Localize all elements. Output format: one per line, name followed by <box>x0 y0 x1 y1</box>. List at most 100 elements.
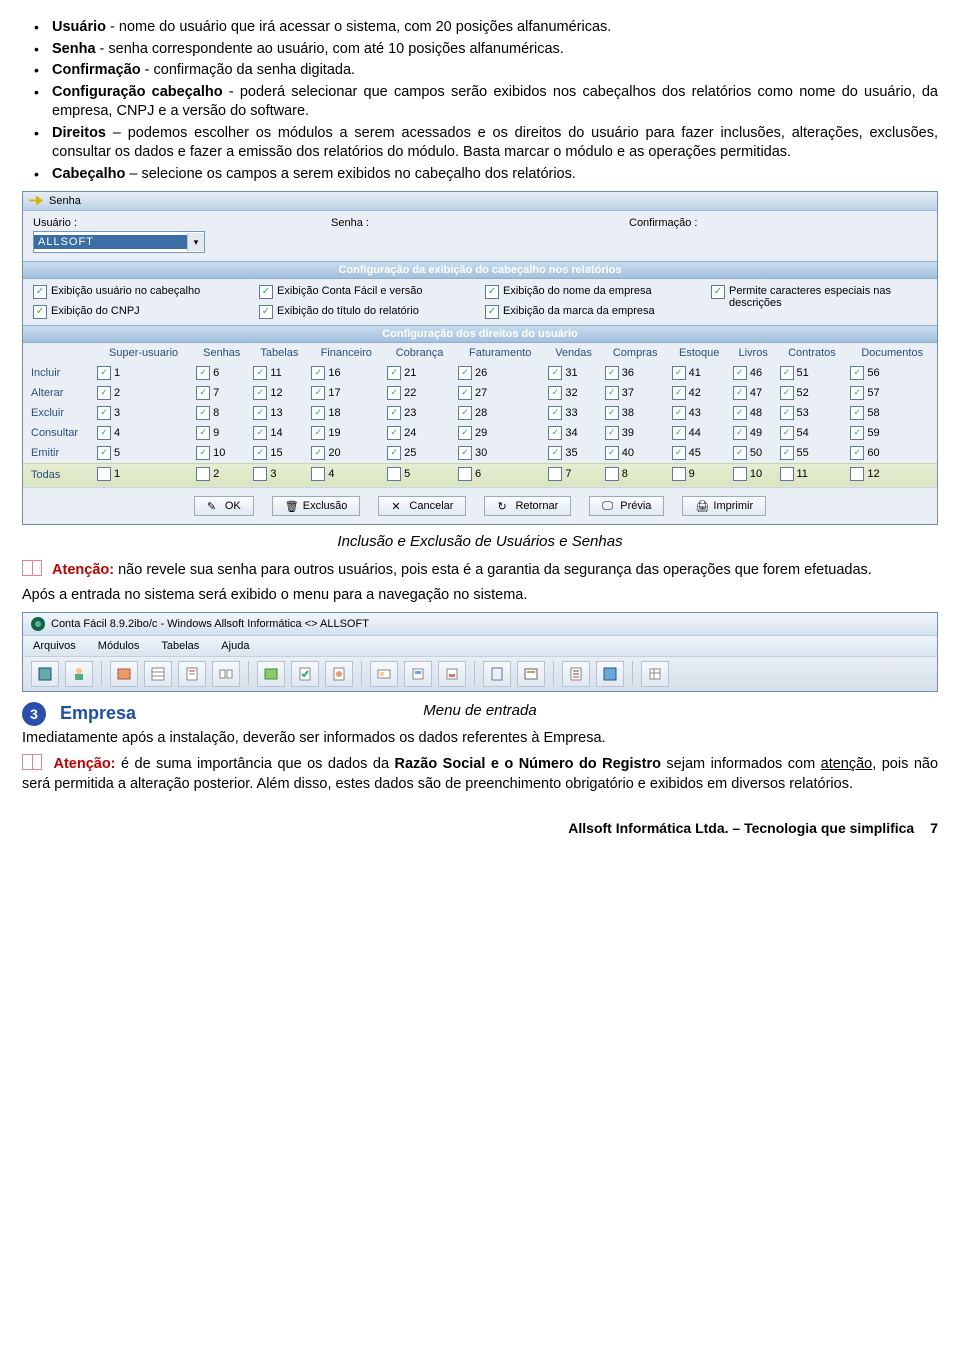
checkbox-icon[interactable] <box>387 467 401 481</box>
toolbar-btn-5[interactable] <box>178 661 206 687</box>
toolbar-btn-14[interactable] <box>517 661 545 687</box>
checkbox-icon[interactable] <box>548 467 562 481</box>
chevron-down-icon[interactable]: ▾ <box>187 233 204 251</box>
checkbox-icon[interactable] <box>780 406 794 420</box>
checkbox-icon[interactable] <box>97 386 111 400</box>
toolbar-btn-10[interactable] <box>370 661 398 687</box>
chk-exib-versao[interactable]: Exibição Conta Fácil e versão <box>259 285 475 299</box>
toolbar-btn-6[interactable] <box>212 661 240 687</box>
checkbox-icon[interactable] <box>97 426 111 440</box>
checkbox-icon[interactable] <box>311 366 325 380</box>
checkbox-icon[interactable] <box>253 446 267 460</box>
checkbox-icon[interactable] <box>253 386 267 400</box>
checkbox-icon[interactable] <box>733 386 747 400</box>
toolbar-btn-1[interactable] <box>31 661 59 687</box>
checkbox-icon[interactable] <box>458 366 472 380</box>
checkbox-icon[interactable] <box>733 366 747 380</box>
checkbox-icon[interactable] <box>196 386 210 400</box>
checkbox-icon[interactable] <box>196 467 210 481</box>
checkbox-icon[interactable] <box>253 467 267 481</box>
toolbar-btn-3[interactable] <box>110 661 138 687</box>
toolbar-btn-11[interactable] <box>404 661 432 687</box>
toolbar-btn-13[interactable] <box>483 661 511 687</box>
imprimir-button[interactable]: 🖨Imprimir <box>682 496 766 516</box>
checkbox-icon[interactable] <box>548 426 562 440</box>
checkbox-icon[interactable] <box>850 467 864 481</box>
checkbox-icon[interactable] <box>311 426 325 440</box>
menu-arquivos[interactable]: Arquivos <box>33 640 76 652</box>
retornar-button[interactable]: ↻Retornar <box>484 496 571 516</box>
checkbox-icon[interactable] <box>387 366 401 380</box>
chk-exib-usuario[interactable]: Exibição usuário no cabeçalho <box>33 285 249 299</box>
checkbox-icon[interactable] <box>605 426 619 440</box>
checkbox-icon[interactable] <box>850 406 864 420</box>
checkbox-icon[interactable] <box>548 406 562 420</box>
checkbox-icon[interactable] <box>548 366 562 380</box>
checkbox-icon[interactable] <box>311 467 325 481</box>
checkbox-icon[interactable] <box>253 406 267 420</box>
checkbox-icon[interactable] <box>97 366 111 380</box>
checkbox-icon[interactable] <box>733 406 747 420</box>
checkbox-icon[interactable] <box>97 467 111 481</box>
checkbox-icon[interactable] <box>387 406 401 420</box>
checkbox-icon[interactable] <box>311 386 325 400</box>
checkbox-icon[interactable] <box>605 406 619 420</box>
checkbox-icon[interactable] <box>672 406 686 420</box>
checkbox-icon[interactable] <box>196 366 210 380</box>
checkbox-icon[interactable] <box>253 426 267 440</box>
chk-caracteres-especiais[interactable]: Permite caracteres especiais nas descriç… <box>711 285 927 309</box>
checkbox-icon[interactable] <box>733 426 747 440</box>
checkbox-icon[interactable] <box>605 366 619 380</box>
checkbox-icon[interactable] <box>672 446 686 460</box>
checkbox-icon[interactable] <box>605 467 619 481</box>
checkbox-icon[interactable] <box>780 366 794 380</box>
checkbox-icon[interactable] <box>605 446 619 460</box>
toolbar-btn-17[interactable] <box>641 661 669 687</box>
checkbox-icon[interactable] <box>196 406 210 420</box>
checkbox-icon[interactable] <box>196 426 210 440</box>
toolbar-btn-15[interactable] <box>562 661 590 687</box>
cancelar-button[interactable]: ✕Cancelar <box>378 496 466 516</box>
checkbox-icon[interactable] <box>458 426 472 440</box>
checkbox-icon[interactable] <box>672 366 686 380</box>
usuario-combo[interactable]: ALLSOFT ▾ <box>33 231 205 253</box>
toolbar-btn-7[interactable] <box>257 661 285 687</box>
chk-exib-nome-empresa[interactable]: Exibição do nome da empresa <box>485 285 701 299</box>
checkbox-icon[interactable] <box>733 446 747 460</box>
checkbox-icon[interactable] <box>605 386 619 400</box>
checkbox-icon[interactable] <box>196 446 210 460</box>
checkbox-icon[interactable] <box>387 386 401 400</box>
toolbar-btn-12[interactable] <box>438 661 466 687</box>
toolbar-btn-4[interactable] <box>144 661 172 687</box>
checkbox-icon[interactable] <box>458 386 472 400</box>
checkbox-icon[interactable] <box>780 446 794 460</box>
checkbox-icon[interactable] <box>780 467 794 481</box>
checkbox-icon[interactable] <box>672 467 686 481</box>
checkbox-icon[interactable] <box>311 406 325 420</box>
chk-exib-marca-empresa[interactable]: Exibição da marca da empresa <box>485 305 701 319</box>
menu-modulos[interactable]: Módulos <box>98 640 140 652</box>
checkbox-icon[interactable] <box>850 446 864 460</box>
chk-exib-cnpj[interactable]: Exibição do CNPJ <box>33 305 249 319</box>
senha-input[interactable] <box>334 231 625 251</box>
checkbox-icon[interactable] <box>850 426 864 440</box>
checkbox-icon[interactable] <box>97 406 111 420</box>
previa-button[interactable]: 🖵Prévia <box>589 496 664 516</box>
chk-exib-titulo[interactable]: Exibição do título do relatório <box>259 305 475 319</box>
exclusao-button[interactable]: 🗑Exclusão <box>272 496 361 516</box>
checkbox-icon[interactable] <box>387 426 401 440</box>
checkbox-icon[interactable] <box>253 366 267 380</box>
checkbox-icon[interactable] <box>458 446 472 460</box>
checkbox-icon[interactable] <box>850 386 864 400</box>
checkbox-icon[interactable] <box>548 386 562 400</box>
checkbox-icon[interactable] <box>311 446 325 460</box>
toolbar-btn-9[interactable] <box>325 661 353 687</box>
toolbar-btn-2[interactable] <box>65 661 93 687</box>
checkbox-icon[interactable] <box>672 426 686 440</box>
toolbar-btn-8[interactable] <box>291 661 319 687</box>
menu-ajuda[interactable]: Ajuda <box>221 640 249 652</box>
checkbox-icon[interactable] <box>458 467 472 481</box>
checkbox-icon[interactable] <box>780 426 794 440</box>
checkbox-icon[interactable] <box>672 386 686 400</box>
checkbox-icon[interactable] <box>458 406 472 420</box>
